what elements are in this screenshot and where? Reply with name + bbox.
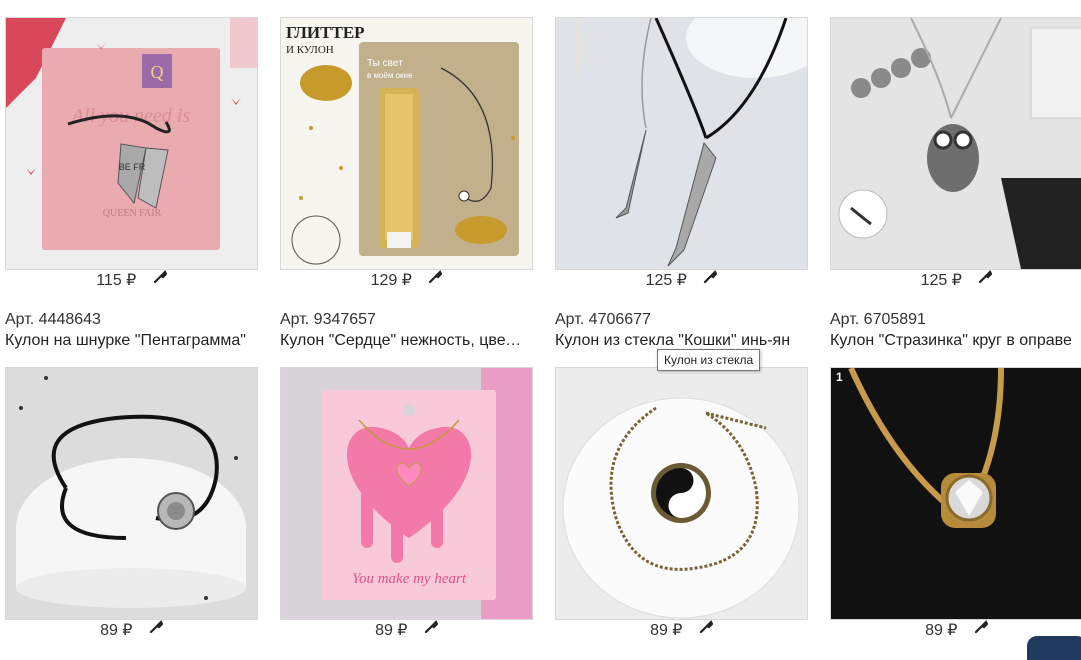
card-text-line: в моём окне bbox=[367, 71, 413, 80]
wrench-icon[interactable] bbox=[428, 270, 443, 289]
wrench-icon[interactable] bbox=[424, 620, 439, 639]
title-tooltip: Кулон из стекла bbox=[657, 349, 761, 371]
card-text-line: Ты свет bbox=[367, 58, 403, 69]
price-line: 125 ₽ bbox=[830, 270, 1081, 290]
product-grid: All you need is Q BE FR QUEEN FAIR 115 ₽ bbox=[0, 0, 1081, 646]
product-image[interactable] bbox=[5, 367, 258, 620]
product-image[interactable] bbox=[555, 17, 808, 270]
price-line: 125 ₽ bbox=[555, 270, 808, 290]
price: 89 ₽ bbox=[100, 622, 133, 639]
wrench-icon[interactable] bbox=[149, 620, 164, 639]
wrench-icon[interactable] bbox=[699, 620, 714, 639]
price: 125 ₽ bbox=[920, 272, 962, 289]
product-image[interactable] bbox=[830, 17, 1081, 270]
price-line: 115 ₽ bbox=[5, 270, 258, 290]
price: 89 ₽ bbox=[925, 622, 958, 639]
wrench-icon[interactable] bbox=[703, 270, 718, 289]
price: 129 ₽ bbox=[370, 272, 412, 289]
product-image[interactable]: All you need is Q BE FR QUEEN FAIR bbox=[5, 17, 258, 270]
product-title[interactable]: Кулон "Стразинка" круг в оправе bbox=[830, 332, 1076, 350]
price-line: 89 ₽ bbox=[280, 620, 533, 640]
article-number: Арт. 9347657 bbox=[280, 311, 376, 328]
product-image[interactable]: 1 bbox=[830, 367, 1081, 620]
product-title[interactable]: Кулон на шнурке "Пентаграмма" bbox=[5, 332, 251, 350]
article-number: Арт. 4448643 bbox=[5, 311, 101, 328]
article-number: Арт. 4706677 bbox=[555, 311, 651, 328]
price-line: 129 ₽ bbox=[280, 270, 533, 290]
product-image[interactable]: ГЛИТТЕР И КУЛОН Ты свет в моём окне bbox=[280, 17, 533, 270]
brand-logo: Q bbox=[151, 62, 164, 82]
pendant-engraving: BE FR bbox=[119, 162, 146, 172]
article-number: Арт. 6705891 bbox=[830, 311, 926, 328]
wrench-icon[interactable] bbox=[974, 620, 989, 639]
image-subheading: И КУЛОН bbox=[286, 44, 334, 56]
product-image[interactable]: You make my heart bbox=[280, 367, 533, 620]
brand-text: QUEEN FAIR bbox=[103, 208, 162, 219]
wrench-icon[interactable] bbox=[153, 270, 168, 289]
product-title[interactable]: Кулон "Сердце" нежность, цвет розовый bbox=[280, 332, 526, 350]
image-counter-badge: 1 bbox=[836, 370, 843, 384]
price: 89 ₽ bbox=[650, 622, 683, 639]
price-line: 89 ₽ bbox=[555, 620, 808, 640]
price-line: 89 ₽ bbox=[5, 620, 258, 640]
wrench-icon[interactable] bbox=[978, 270, 993, 289]
product-image[interactable] bbox=[555, 367, 808, 620]
floating-corner-button[interactable] bbox=[1027, 636, 1081, 660]
price: 125 ₽ bbox=[645, 272, 687, 289]
image-heading: ГЛИТТЕР bbox=[286, 23, 365, 42]
card-script-text: You make my heart bbox=[352, 571, 467, 587]
price: 115 ₽ bbox=[96, 272, 137, 289]
price: 89 ₽ bbox=[375, 622, 408, 639]
product-title[interactable]: Кулон из стекла "Кошки" инь-ян bbox=[555, 332, 801, 350]
